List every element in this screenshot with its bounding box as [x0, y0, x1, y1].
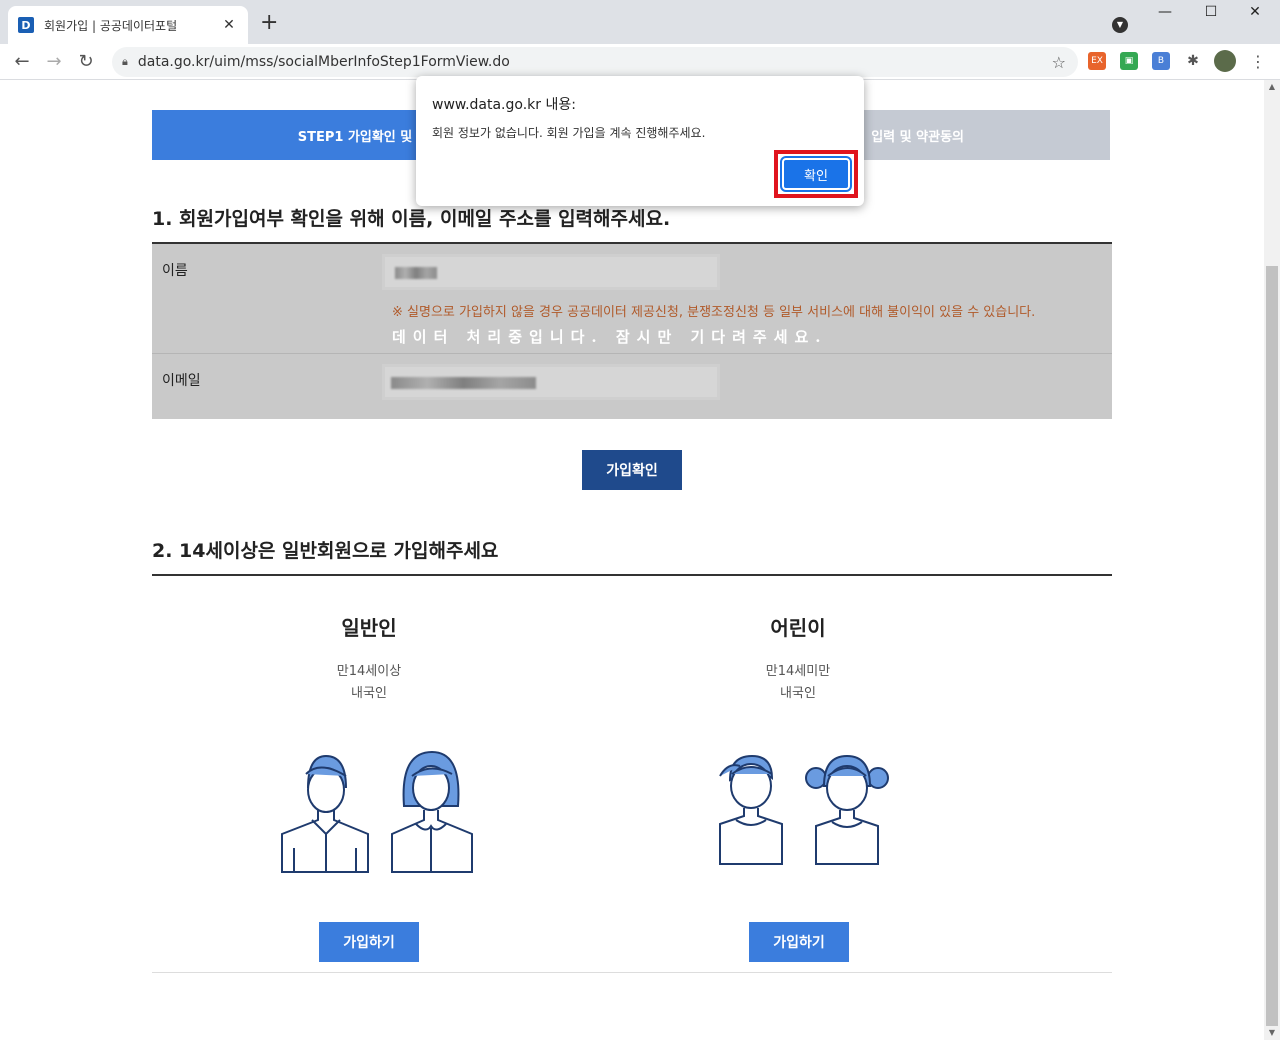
- tab-strip: D 회원가입 | 공공데이터포털 ✕ + ▼ — ☐ ✕: [0, 0, 1280, 44]
- email-label: 이메일: [162, 373, 201, 389]
- ex-extension-icon[interactable]: EX: [1088, 52, 1106, 70]
- blurred-name-value: [395, 267, 437, 279]
- url-text[interactable]: data.go.kr/uim/mss/socialMberInfoStep1Fo…: [138, 54, 1052, 70]
- child-member-nationality: 내국인: [780, 686, 816, 701]
- page-content: STEP1 가입확인 및 입력 및 약관동의 1. 회원가입여부 확인을 위해 …: [0, 80, 1264, 1040]
- section1-title: 1. 회원가입여부 확인을 위해 이름, 이메일 주소를 입력해주세요.: [152, 208, 671, 230]
- close-window-button[interactable]: ✕: [1232, 4, 1278, 20]
- dialog-message: 회원 정보가 없습니다. 회원 가입을 계속 진행해주세요.: [432, 126, 706, 140]
- address-bar[interactable]: 🔒︎ data.go.kr/uim/mss/socialMberInfoStep…: [112, 47, 1078, 77]
- reload-icon[interactable]: ↻: [74, 50, 98, 74]
- dialog-title: www.data.go.kr 내용:: [432, 97, 576, 113]
- avatar[interactable]: [1214, 50, 1236, 72]
- tab-title: 회원가입 | 공공데이터포털: [44, 18, 178, 33]
- children-illustration-icon: [719, 754, 889, 865]
- tab-search-icon[interactable]: ▼: [1112, 17, 1128, 33]
- processing-overlay-text: 데이터 처리중입니다. 잠시만 기다려주세요.: [392, 328, 828, 346]
- general-member-nationality: 내국인: [351, 686, 387, 701]
- child-member-age: 만14세미만: [765, 664, 831, 679]
- name-label: 이름: [162, 263, 188, 279]
- blue-extension-icon[interactable]: B: [1152, 52, 1170, 70]
- minimize-button[interactable]: —: [1142, 4, 1188, 20]
- scrollbar-thumb[interactable]: [1266, 266, 1278, 1026]
- general-signup-button[interactable]: 가입하기: [319, 922, 419, 962]
- general-member-age: 만14세이상: [336, 664, 402, 679]
- browser-tab[interactable]: D 회원가입 | 공공데이터포털 ✕: [8, 6, 248, 44]
- dialog-ok-button[interactable]: 확인: [782, 158, 850, 190]
- back-arrow-icon[interactable]: ←: [10, 50, 34, 74]
- real-name-notice: ※ 실명으로 가입하지 않을 경우 공공데이터 제공신청, 분쟁조정신청 등 일…: [392, 305, 1036, 320]
- adults-illustration-icon: [281, 750, 473, 873]
- tab-close-icon[interactable]: ✕: [220, 17, 238, 33]
- name-field[interactable]: [382, 254, 720, 290]
- site-favicon-icon: D: [18, 17, 34, 33]
- browser-toolbar: ← → ↻ 🔒︎ data.go.kr/uim/mss/socialMberIn…: [0, 44, 1280, 80]
- email-field[interactable]: [382, 364, 720, 400]
- browser-menu-icon[interactable]: ⋮: [1250, 52, 1266, 71]
- lock-icon: 🔒︎: [122, 55, 128, 68]
- new-tab-button[interactable]: +: [260, 12, 278, 34]
- puzzle-extensions-icon[interactable]: ✱: [1184, 52, 1202, 70]
- page-scrollbar[interactable]: ▲ ▼: [1264, 80, 1280, 1040]
- name-row: 이름 ※ 실명으로 가입하지 않을 경우 공공데이터 제공신청, 분쟁조정신청 …: [152, 244, 1112, 354]
- green-extension-icon[interactable]: ▣: [1120, 52, 1138, 70]
- scroll-down-arrow-icon[interactable]: ▼: [1264, 1026, 1280, 1040]
- maximize-button[interactable]: ☐: [1188, 4, 1234, 20]
- bottom-divider: [152, 972, 1112, 973]
- section2-divider: [152, 574, 1112, 576]
- section2-title: 2. 14세이상은 일반회원으로 가입해주세요: [152, 540, 499, 562]
- member-check-form: 이름 ※ 실명으로 가입하지 않을 경우 공공데이터 제공신청, 분쟁조정신청 …: [152, 242, 1112, 419]
- child-signup-button[interactable]: 가입하기: [749, 922, 849, 962]
- bookmark-star-icon[interactable]: ☆: [1052, 53, 1066, 72]
- alert-dialog: www.data.go.kr 내용: 회원 정보가 없습니다. 회원 가입을 계…: [416, 76, 864, 206]
- child-member-card: 어린이 만14세미만 내국인: [668, 612, 928, 705]
- forward-arrow-icon[interactable]: →: [42, 50, 66, 74]
- blurred-email-value: [391, 377, 536, 389]
- confirm-membership-button[interactable]: 가입확인: [582, 450, 682, 490]
- email-row: 이메일: [152, 354, 1112, 419]
- child-member-title: 어린이: [770, 616, 826, 640]
- general-member-title: 일반인: [341, 616, 397, 640]
- scroll-up-arrow-icon[interactable]: ▲: [1264, 80, 1280, 94]
- general-member-card: 일반인 만14세이상 내국인: [239, 612, 499, 705]
